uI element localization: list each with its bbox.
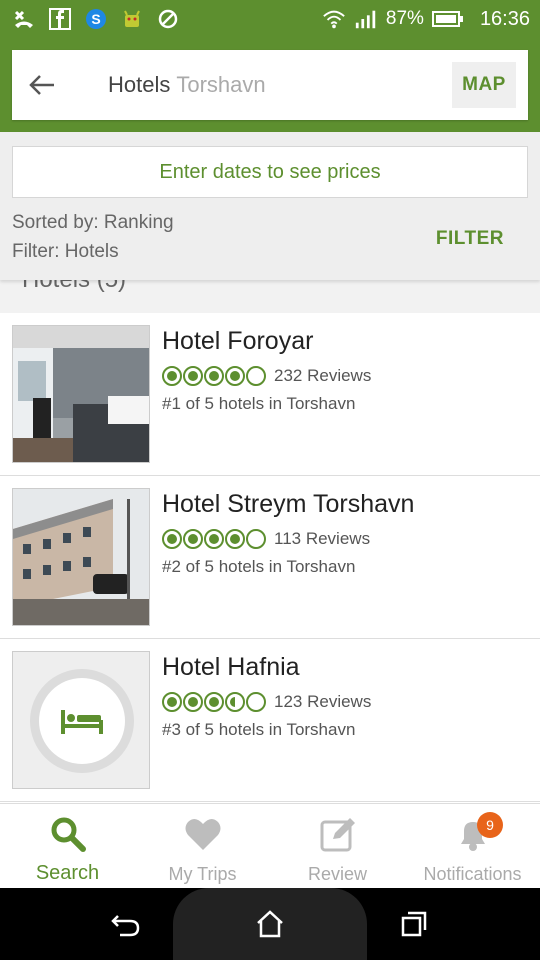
android-debug-icon [120,7,144,31]
hotel-photo[interactable] [12,325,150,463]
nav-notifications[interactable]: 9 Notifications [405,804,540,888]
recents-system-button[interactable] [396,906,432,942]
svg-text:S: S [91,11,100,27]
facebook-icon [48,7,72,31]
rating-bubble-icon [225,366,245,386]
rating-bubble-icon [162,366,182,386]
rating-bubble-icon [246,692,266,712]
wifi-icon [322,7,346,31]
notification-badge: 9 [477,812,503,838]
app-bar: Hotels Torshavn MAP [0,38,540,132]
hotel-name[interactable]: Hotel Streym Torshavn [162,490,530,519]
rating-bubble-icon [225,529,245,549]
rating-bubble-icon [204,692,224,712]
recents-icon [401,911,427,937]
hotel-list[interactable]: Hotel Foroyar 232 Reviews #1 of 5 hotels… [0,313,540,803]
review-count[interactable]: 123 Reviews [274,692,371,712]
back-arrow-icon [29,75,54,95]
filter-label: Filter: Hotels [12,241,119,262]
rating-bubble-icon [183,529,203,549]
hotel-list-item[interactable]: Hotel Streym Torshavn 113 Reviews #2 of … [0,476,540,639]
nav-search[interactable]: Search [0,804,135,888]
rating-bubbles [162,366,266,386]
rating-bubble-icon [225,692,245,712]
hotel-rank: #1 of 5 hotels in Torshavn [162,394,356,413]
hotel-name[interactable]: Hotel Foroyar [162,327,530,356]
heart-icon [183,814,223,854]
rating-bubbles [162,692,266,712]
rating-bubble-icon [204,529,224,549]
rating-bubble-icon [246,366,266,386]
back-button[interactable] [12,50,72,120]
status-bar: S 87% 16:36 [0,0,540,38]
hotel-rank: #3 of 5 hotels in Torshavn [162,720,356,739]
hotel-list-item[interactable]: Hotel Hafnia 123 Reviews #3 of 5 hotels … [0,639,540,802]
nav-my-trips[interactable]: My Trips [135,804,270,888]
home-system-button[interactable] [252,906,288,942]
clock: 16:36 [479,7,530,30]
rating-bubble-icon [162,692,182,712]
search-query[interactable]: Hotels Torshavn [108,72,266,98]
rating-bubble-icon [204,366,224,386]
rating-bubbles [162,529,266,549]
bed-placeholder-icon [30,669,134,773]
search-location: Torshavn [176,72,266,97]
hotel-photo[interactable] [12,488,150,626]
hotel-list-item[interactable]: Hotel Foroyar 232 Reviews #1 of 5 hotels… [0,313,540,476]
map-button[interactable]: MAP [452,62,516,108]
nav-label: Review [307,864,368,884]
search-category: Hotels [108,72,171,97]
battery-percent: 87% [385,8,424,29]
system-navigation-bar [0,888,540,960]
nav-label: Search [35,862,100,884]
battery-icon [431,7,464,31]
bottom-navigation: Search My Trips Review 9 Notifications [0,803,540,888]
skype-icon: S [84,7,108,31]
rating-bubble-icon [183,692,203,712]
search-icon [48,814,88,854]
sorted-by-label: Sorted by: Ranking [12,212,174,233]
nav-label: My Trips [168,864,237,884]
blocked-icon [156,7,180,31]
enter-dates-button[interactable]: Enter dates to see prices [12,146,528,198]
review-count[interactable]: 113 Reviews [274,529,370,549]
hotel-name[interactable]: Hotel Hafnia [162,653,530,682]
filter-button[interactable]: FILTER [436,228,504,250]
missed-call-icon [12,7,36,31]
review-count[interactable]: 232 Reviews [274,366,371,386]
signal-icon [354,7,378,31]
undo-back-icon [111,915,140,937]
edit-icon [318,814,358,854]
hotel-rank: #2 of 5 hotels in Torshavn [162,557,356,576]
search-box[interactable]: Hotels Torshavn MAP [12,50,528,120]
filter-panel: Enter dates to see prices Sorted by: Ran… [0,132,540,280]
nav-review[interactable]: Review [270,804,405,888]
rating-bubble-icon [246,529,266,549]
back-system-button[interactable] [108,906,144,942]
hotel-photo-placeholder[interactable] [12,651,150,789]
home-icon [257,910,283,938]
rating-bubble-icon [183,366,203,386]
rating-bubble-icon [162,529,182,549]
nav-label: Notifications [423,864,522,884]
